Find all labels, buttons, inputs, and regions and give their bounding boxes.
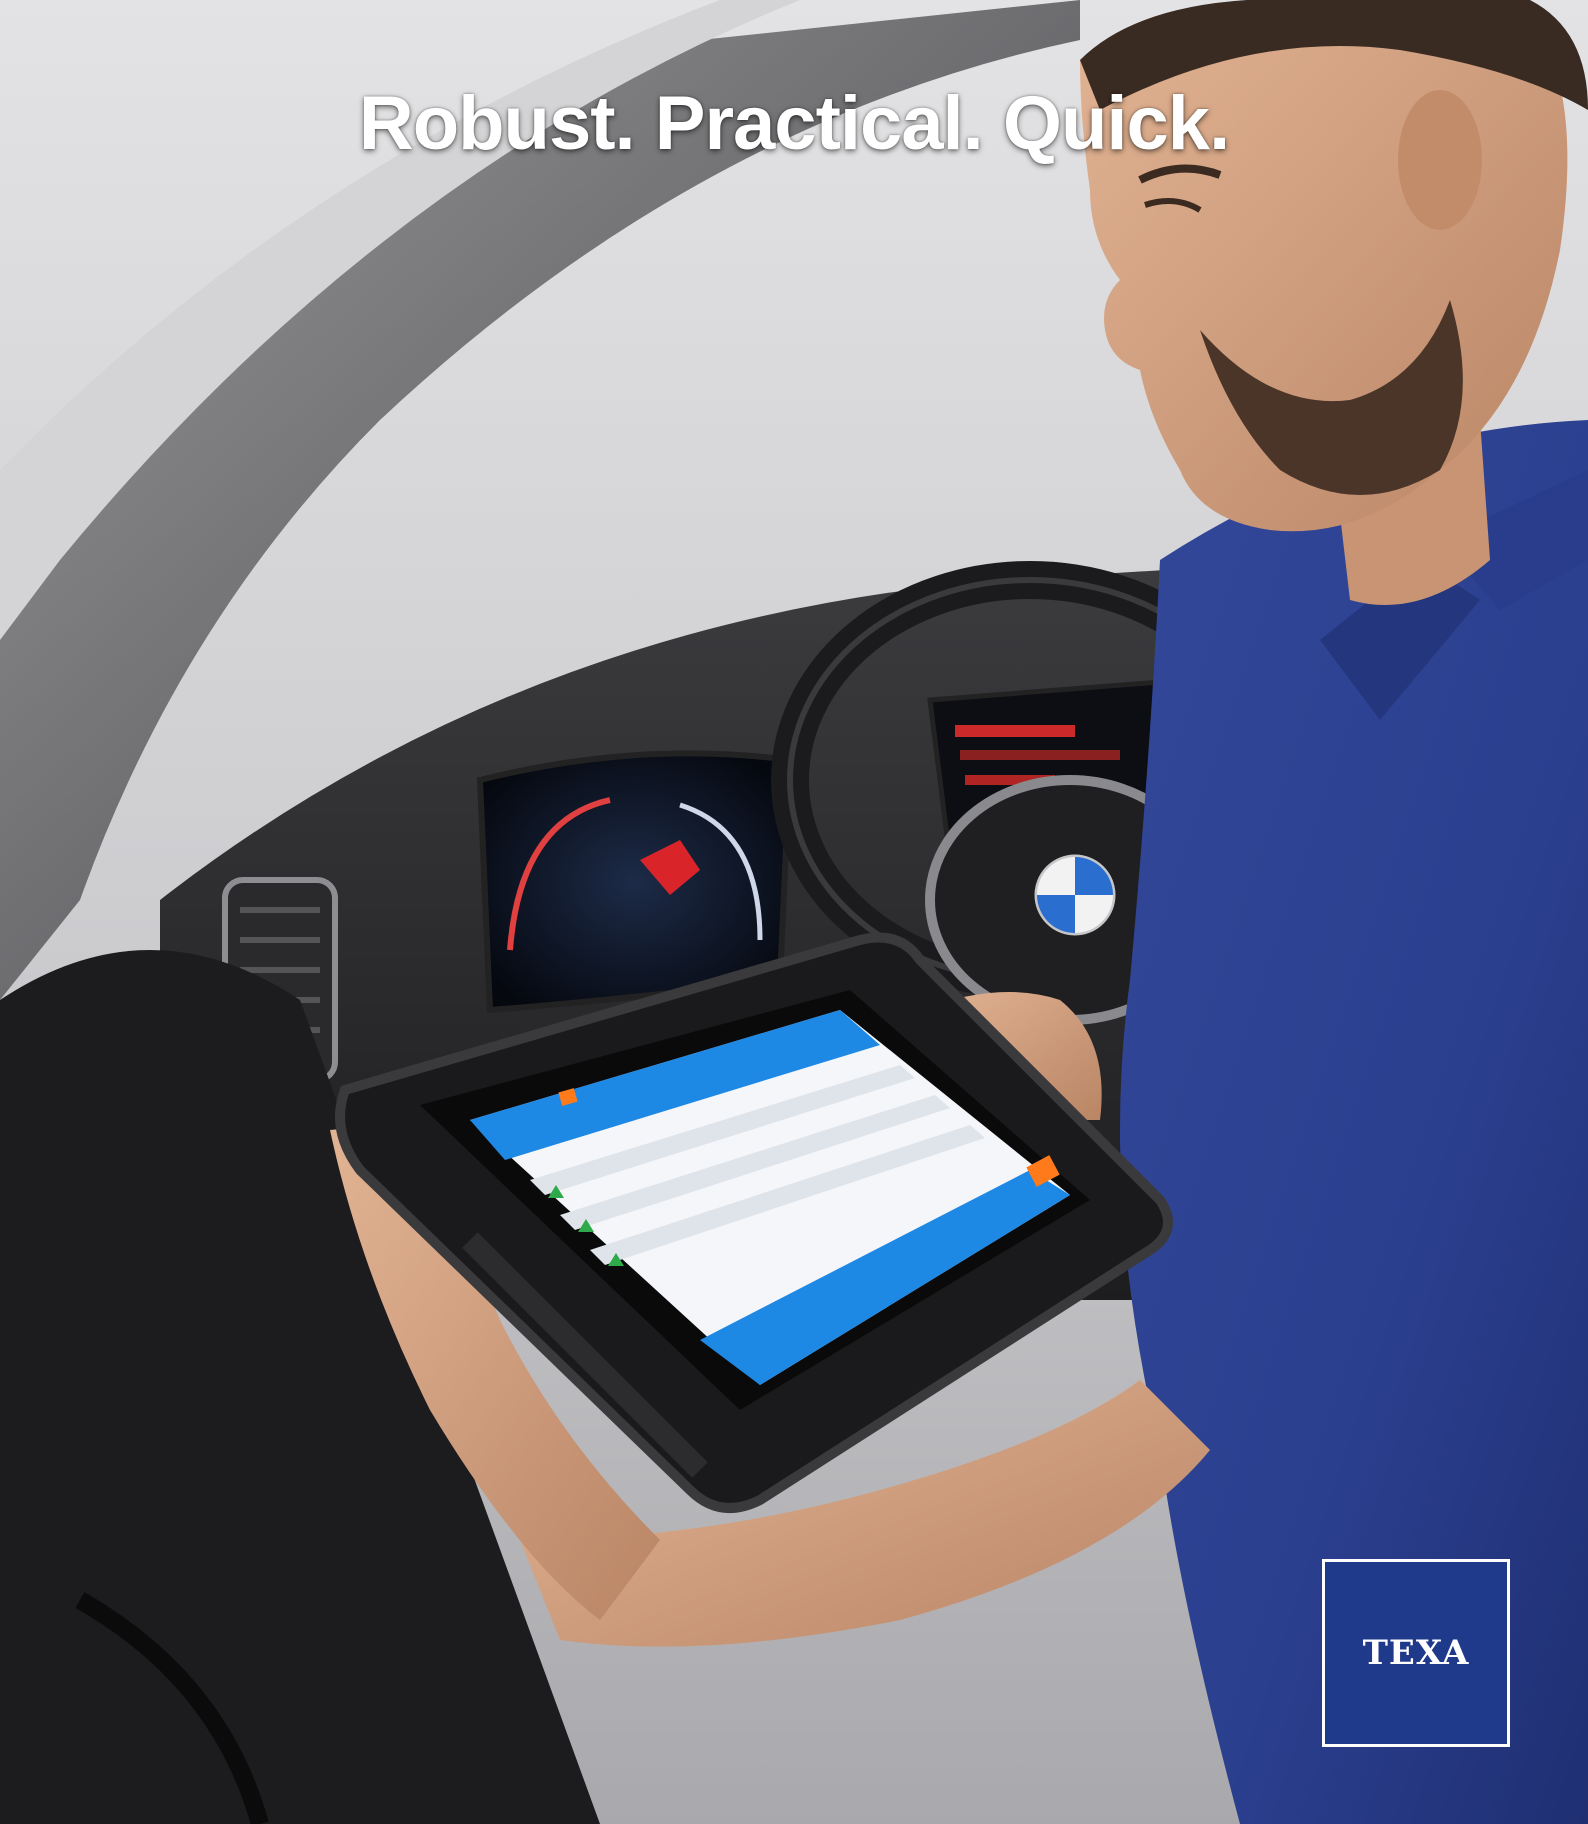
texa-logo-text: TEXA	[1362, 1633, 1470, 1673]
advert-page: Robust. Practical. Quick. TEXA	[0, 0, 1588, 1824]
texa-logo: TEXA	[1322, 1559, 1510, 1747]
workshop-photo	[0, 0, 1588, 1824]
